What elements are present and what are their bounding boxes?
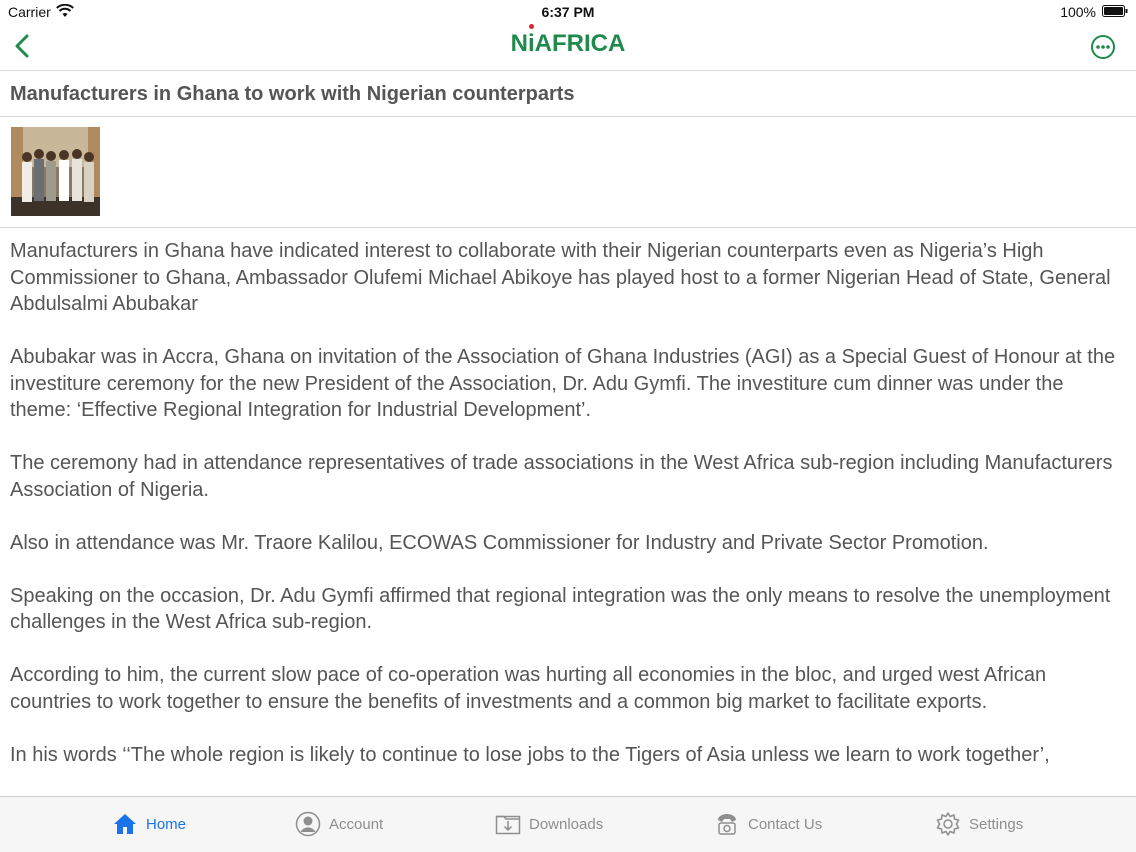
article-paragraph: Abubakar was in Accra, Ghana on invitati… <box>10 346 1116 421</box>
tab-settings-label: Settings <box>969 815 1024 833</box>
article-photo[interactable] <box>11 127 100 216</box>
app-logo: Ni AFRICA <box>0 24 1136 58</box>
account-icon <box>295 811 321 837</box>
tab-contact-us[interactable]: Contact Us <box>714 809 822 839</box>
gear-icon <box>936 812 960 836</box>
article-paragraph: The ceremony had in attendance represent… <box>10 452 1113 501</box>
article-paragraph: Manufacturers in Ghana have indicated in… <box>10 240 1111 315</box>
battery-percent: 100% <box>1060 4 1096 20</box>
article-body: Manufacturers in Ghana have indicated in… <box>10 238 1130 796</box>
tab-downloads[interactable]: Downloads <box>495 809 603 839</box>
navigation-bar: Ni AFRICA <box>0 22 1136 71</box>
article-paragraph: Speaking on the occasion, Dr. Adu Gymfi … <box>10 584 1111 634</box>
battery-icon <box>1102 5 1128 17</box>
more-options-icon[interactable] <box>1090 34 1116 60</box>
tab-settings[interactable]: Settings <box>935 809 1023 839</box>
tab-downloads-label: Downloads <box>529 815 604 833</box>
article-paragraph: In his words ‘‘The whole region is likel… <box>10 743 1050 766</box>
article-image-row <box>0 117 1136 228</box>
article-title-bar: Manufacturers in Ghana to work with Nige… <box>0 71 1136 117</box>
tab-account[interactable]: Account <box>295 809 383 839</box>
phone-icon <box>718 814 736 835</box>
article-paragraph: Also in attendance was Mr. Traore Kalilo… <box>10 531 989 554</box>
home-icon <box>114 814 136 834</box>
tab-bar: Home Account Downloads Contact Us Settin… <box>0 796 1136 852</box>
tab-home[interactable]: Home <box>112 809 186 839</box>
tab-contact-us-label: Contact Us <box>748 815 823 833</box>
clock: 6:37 PM <box>541 4 595 20</box>
article-title: Manufacturers in Ghana to work with Nige… <box>10 83 575 105</box>
article-paragraph: According to him, the current slow pace … <box>10 664 1047 713</box>
tab-account-label: Account <box>329 815 384 833</box>
status-bar: Carrier 6:37 PM 100% <box>0 0 1136 22</box>
downloads-icon <box>495 815 521 835</box>
tab-home-label: Home <box>146 815 187 833</box>
